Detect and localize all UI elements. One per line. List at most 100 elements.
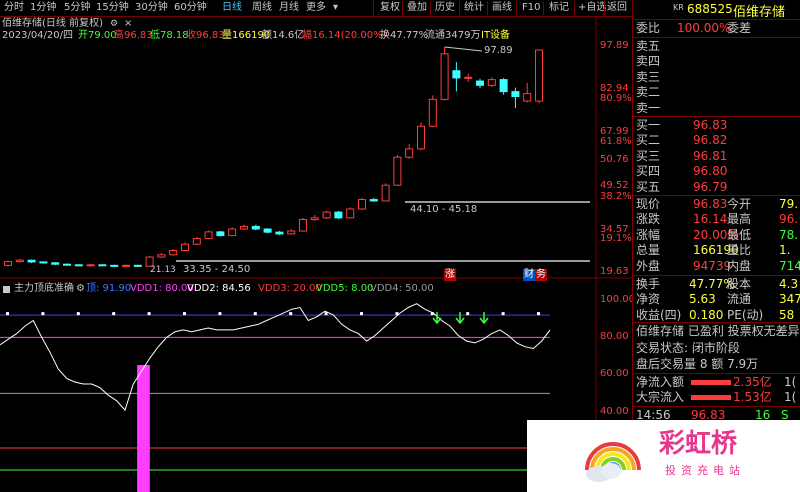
candle-body — [15, 259, 24, 263]
indicator-top-dot — [537, 312, 540, 316]
indicator-legend-item: 顶: 91.90 — [86, 283, 132, 294]
bid-row: 买一 96.83 — [633, 118, 800, 133]
info-line: 佰维存储 已盈利 投票权无差异 — [636, 324, 800, 338]
ask-row: 卖三 — [633, 70, 800, 85]
weibi-label: 委比 — [636, 21, 661, 35]
industry-tag[interactable]: IT设备 — [481, 30, 510, 42]
down-arrow-icon — [455, 312, 465, 325]
candle-body — [322, 211, 331, 219]
stat-label: 内盘 — [727, 258, 752, 273]
range-label-upper: 44.10 - 45.18 — [410, 204, 478, 215]
signal-bar — [141, 365, 150, 492]
indicator-top-dot — [6, 312, 9, 316]
indicator-legend-item: VDD5: 8.00 — [316, 283, 374, 294]
candle-body — [110, 264, 119, 267]
stat-row: 净资 5.63 流通 347 — [633, 292, 800, 307]
candle-body — [39, 261, 48, 264]
candle-body — [334, 211, 343, 219]
stat-label: 外盘 — [636, 258, 661, 273]
indicator-top-dot — [466, 312, 470, 316]
stat-label: 净资 — [636, 292, 661, 307]
candle-body — [169, 249, 178, 256]
weicha-label: 委差 — [727, 21, 752, 35]
stat-value: 78. — [779, 227, 799, 242]
bid-price: 96.82 — [693, 133, 728, 148]
logo-subtitle: 投资充电站 — [665, 464, 745, 477]
indicator-axis-label: 60.00 — [600, 368, 629, 379]
candle-body — [523, 93, 532, 102]
candle-body — [204, 231, 213, 239]
bid-label: 买二 — [636, 133, 661, 148]
indicator-line — [0, 303, 551, 412]
ask-label: 卖三 — [636, 69, 661, 84]
stat-label: 收益(四) — [636, 307, 682, 322]
candle-body — [98, 264, 107, 267]
indicator-top-dot — [41, 312, 45, 316]
candle-body — [228, 228, 237, 237]
bid-row: 买五 96.79 — [633, 180, 800, 195]
watermark-logo: 彩虹桥 投资充电站 — [527, 420, 800, 492]
indicator-top-dot — [147, 312, 151, 316]
stat-value: 1. — [779, 243, 791, 258]
price-axis-label: 19.1% — [600, 233, 632, 244]
stat-label: 涨跌 — [636, 212, 661, 227]
logo-title: 彩虹桥 — [659, 429, 738, 459]
trade-status: 交易状态: 闭市阶段 — [636, 341, 740, 355]
indicator-axis-label: 100.00 — [600, 294, 635, 305]
candle-body — [499, 79, 508, 93]
candle-body — [405, 148, 414, 158]
stat-label: 涨幅 — [636, 227, 661, 242]
bid-price: 96.81 — [693, 148, 728, 163]
quote-float: 流通3479万 — [425, 30, 481, 41]
bid-row: 买三 96.81 — [633, 149, 800, 164]
stat-row: 现价 96.83 今开 79. — [633, 197, 800, 212]
ask-label: 卖四 — [636, 54, 661, 69]
candle-body — [240, 225, 248, 230]
stat-row: 换手 47.77% 股本 4.3 — [633, 277, 800, 292]
badge-finance[interactable]: 财 — [523, 269, 535, 281]
badge-report[interactable]: 务 — [535, 269, 547, 281]
candle-body — [275, 231, 284, 235]
stat-label: 总量 — [636, 243, 661, 258]
bid-label: 买三 — [636, 148, 661, 163]
candle-body — [381, 184, 390, 202]
indicator-top-dot — [253, 312, 257, 316]
candle-body — [440, 53, 449, 100]
candlestick-series — [4, 46, 543, 267]
price-axis-label: 19.63 — [600, 266, 629, 277]
bid-row: 买四 96.80 — [633, 164, 800, 179]
ask-label: 卖一 — [636, 100, 661, 115]
stat-label: 量比 — [727, 243, 752, 258]
bid-row: 买二 96.82 — [633, 133, 800, 148]
chart-canvas — [0, 16, 632, 492]
stat-label: 换手 — [636, 277, 661, 291]
candle-body — [157, 254, 166, 258]
indicator-gear-icon[interactable]: ⚙ — [76, 283, 85, 295]
bid-price: 96.83 — [693, 118, 728, 132]
candle-body — [393, 156, 402, 186]
indicator-box-icon[interactable] — [3, 286, 10, 293]
price-axis-label: 61.8% — [600, 136, 632, 147]
stat-row: 外盘 94739 内盘 714 — [633, 259, 800, 274]
weibi-value: 100.00% — [677, 21, 731, 35]
stat-label: 股本 — [727, 277, 752, 291]
candle-body — [122, 264, 130, 267]
stat-row: 总量 166190 量比 1. — [633, 243, 800, 258]
quote-high: 高96.83 — [114, 30, 153, 41]
price-axis-label: 38.2% — [600, 191, 632, 202]
badge-rise[interactable]: 涨 — [444, 269, 456, 281]
candle-body — [358, 199, 366, 210]
flow-label: 净流入额 — [636, 375, 685, 389]
candle-body — [192, 237, 201, 245]
close-icon[interactable]: × — [124, 18, 132, 30]
bid-label: 买四 — [636, 164, 661, 179]
candle-body — [487, 79, 496, 86]
indicator-name[interactable]: 主力顶底准确 — [14, 283, 74, 295]
high-price-marker: 97.89 — [484, 45, 513, 56]
stat-label: 现价 — [636, 197, 661, 211]
gear-icon[interactable]: ⚙ — [110, 19, 120, 29]
indicator-top-dot — [183, 312, 186, 316]
stat-value: 79. — [779, 197, 799, 211]
indicator-top-dot — [76, 312, 80, 316]
stat-value: 16.14 — [693, 212, 728, 227]
